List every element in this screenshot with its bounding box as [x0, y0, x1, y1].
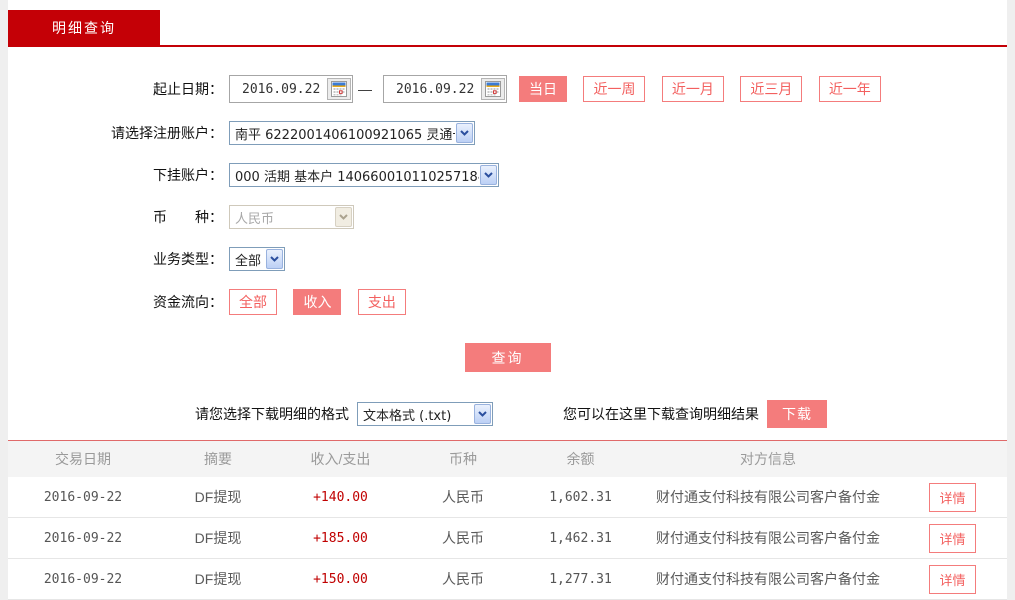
cell-counterparty: 财付通支付科技有限公司客户备付金 — [638, 528, 898, 548]
account-select[interactable]: 南平 6222001406100921065 灵通卡 — [229, 121, 475, 145]
download-format-select[interactable]: 文本格式 (.txt) — [357, 402, 493, 426]
cell-counterparty: 财付通支付科技有限公司客户备付金 — [638, 569, 898, 589]
table-header-row: 交易日期 摘要 收入/支出 币种 余额 对方信息 — [8, 441, 1007, 477]
table-row: 2016-09-22 DF提现 +185.00 人民币 1,462.31 财付通… — [8, 518, 1007, 559]
account-row: 请选择注册账户： 南平 6222001406100921065 灵通卡 — [8, 121, 1007, 145]
col-header-summary: 摘要 — [158, 449, 278, 469]
download-format-label: 请您选择下载明细的格式 — [195, 404, 349, 424]
cell-amount: +185.00 — [278, 531, 403, 546]
account-select-value: 南平 6222001406100921065 灵通卡 — [230, 124, 455, 143]
business-type-row: 业务类型： 全部 — [8, 247, 1007, 271]
table-row: 2016-09-22 DF提现 +150.00 人民币 1,277.31 财付通… — [8, 559, 1007, 600]
detail-button[interactable]: 详情 — [929, 524, 975, 553]
cell-date: 2016-09-22 — [8, 490, 158, 505]
download-button[interactable]: 下载 — [767, 400, 827, 428]
tab-label: 明细查询 — [52, 18, 116, 38]
cell-balance: 1,602.31 — [523, 490, 638, 505]
date-quick-button[interactable]: 近三月 — [740, 76, 802, 102]
cell-balance: 1,277.31 — [523, 572, 638, 587]
cell-currency: 人民币 — [403, 569, 523, 589]
cell-date: 2016-09-22 — [8, 572, 158, 587]
download-format-value: 文本格式 (.txt) — [358, 405, 451, 424]
tab-detail-query[interactable]: 明细查询 — [8, 10, 160, 45]
currency-select: 人民币 — [229, 205, 354, 229]
results-table: 交易日期 摘要 收入/支出 币种 余额 对方信息 2016-09-22 DF提现… — [8, 441, 1007, 600]
cell-balance: 1,462.31 — [523, 531, 638, 546]
tab-bar: 明细查询 — [8, 0, 1007, 47]
fund-flow-button[interactable]: 全部 — [229, 289, 277, 315]
date-range-label: 起止日期： — [8, 79, 223, 99]
download-row: 请您选择下载明细的格式 文本格式 (.txt) 您可以在这里下载查询明细结果 下… — [195, 400, 1007, 428]
cell-currency: 人民币 — [403, 487, 523, 507]
cell-counterparty: 财付通支付科技有限公司客户备付金 — [638, 487, 898, 507]
query-button[interactable]: 查询 — [465, 343, 551, 372]
sub-account-row: 下挂账户： 000 活期 基本户 1406600101102571848 — [8, 163, 1007, 187]
cell-currency: 人民币 — [403, 528, 523, 548]
detail-button[interactable]: 详情 — [929, 483, 975, 512]
date-quick-button[interactable]: 近一年 — [819, 76, 881, 102]
col-header-amount: 收入/支出 — [278, 449, 403, 469]
date-range-row: 起止日期： — [8, 75, 1007, 103]
cell-amount: +140.00 — [278, 490, 403, 505]
chevron-down-icon — [480, 165, 497, 185]
query-form: 起止日期： — [8, 47, 1007, 441]
chevron-down-icon — [456, 123, 473, 143]
download-hint: 您可以在这里下载查询明细结果 — [563, 404, 759, 424]
sub-account-select-value: 000 活期 基本户 1406600101102571848 — [230, 166, 479, 185]
cell-summary: DF提现 — [158, 569, 278, 589]
chevron-down-icon — [266, 249, 283, 269]
calendar-icon — [331, 81, 347, 97]
start-date-field[interactable] — [229, 75, 353, 103]
sub-account-label: 下挂账户： — [8, 165, 223, 185]
end-date-field[interactable] — [383, 75, 507, 103]
cell-amount: +150.00 — [278, 572, 403, 587]
currency-select-value: 人民币 — [230, 208, 274, 227]
cell-summary: DF提现 — [158, 528, 278, 548]
start-date-calendar-button[interactable] — [327, 78, 351, 100]
cell-date: 2016-09-22 — [8, 531, 158, 546]
col-header-counterparty: 对方信息 — [638, 449, 898, 469]
date-quick-button[interactable]: 当日 — [519, 76, 567, 102]
fund-flow-buttons: 全部 收入 支出 — [217, 289, 406, 315]
chevron-down-icon — [474, 404, 491, 424]
date-quick-button[interactable]: 近一月 — [662, 76, 724, 102]
cell-summary: DF提现 — [158, 487, 278, 507]
fund-flow-button[interactable]: 支出 — [358, 289, 406, 315]
fund-flow-label: 资金流向： — [8, 292, 223, 312]
cell-action: 详情 — [898, 524, 1007, 553]
currency-row: 币 种： 人民币 — [8, 205, 1007, 229]
fund-flow-button[interactable]: 收入 — [293, 289, 341, 315]
col-header-balance: 余额 — [523, 449, 638, 469]
currency-label: 币 种： — [8, 207, 223, 227]
date-quick-button[interactable]: 近一周 — [583, 76, 645, 102]
business-type-label: 业务类型： — [8, 249, 223, 269]
end-date-input[interactable] — [384, 81, 480, 98]
table-row: 2016-09-22 DF提现 +140.00 人民币 1,602.31 财付通… — [8, 477, 1007, 518]
start-date-input[interactable] — [230, 81, 326, 98]
account-label: 请选择注册账户： — [8, 123, 223, 143]
chevron-down-icon — [335, 207, 352, 227]
date-quick-buttons: 当日 近一周 近一月 近三月 近一年 — [507, 76, 881, 102]
cell-action: 详情 — [898, 565, 1007, 594]
col-header-currency: 币种 — [403, 449, 523, 469]
col-header-date: 交易日期 — [8, 449, 158, 469]
query-button-row: 查询 — [8, 343, 1007, 372]
business-type-select[interactable]: 全部 — [229, 247, 285, 271]
table-body: 2016-09-22 DF提现 +140.00 人民币 1,602.31 财付通… — [8, 477, 1007, 600]
cell-action: 详情 — [898, 483, 1007, 512]
sub-account-select[interactable]: 000 活期 基本户 1406600101102571848 — [229, 163, 499, 187]
detail-button[interactable]: 详情 — [929, 565, 975, 594]
date-range-separator: — — [358, 81, 372, 97]
business-type-select-value: 全部 — [230, 250, 261, 269]
fund-flow-row: 资金流向： 全部 收入 支出 — [8, 289, 1007, 315]
end-date-calendar-button[interactable] — [481, 78, 505, 100]
calendar-icon — [485, 81, 501, 97]
main-panel: 明细查询 起止日期： — [8, 0, 1007, 600]
